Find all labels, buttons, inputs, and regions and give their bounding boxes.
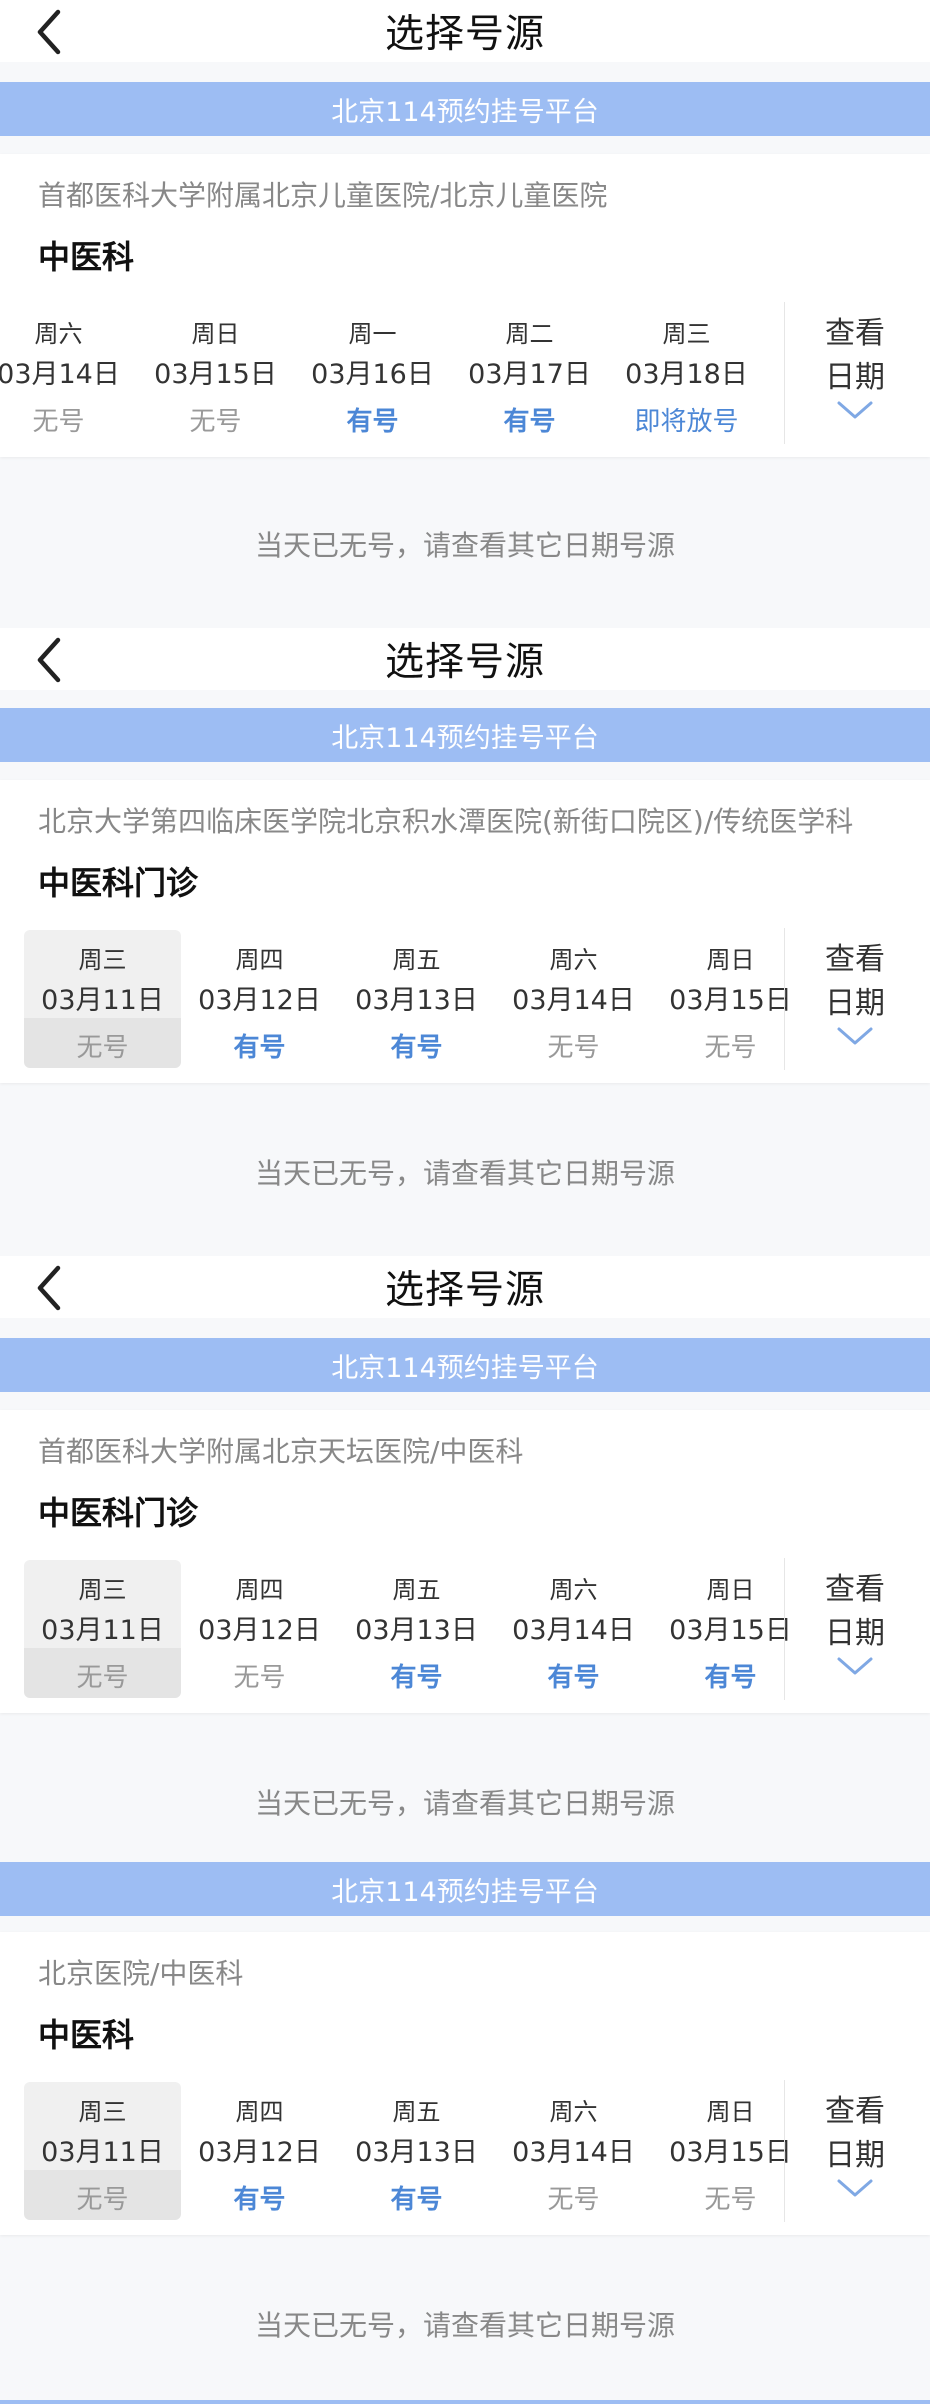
view-dates-button[interactable]: 查看 日期 — [800, 1560, 910, 1700]
weekday-label: 周日 — [191, 320, 240, 348]
date-cell[interactable]: 周五 03月13日 有号 — [338, 1560, 495, 1698]
weekday-label: 周五 — [392, 2098, 441, 2126]
date-label: 03月15日 — [669, 1615, 792, 1646]
department-card: 北京医院/中医科 中医科 周三 03月11日 无号 周四 03月12日 有号 周… — [0, 1932, 930, 2235]
date-cell[interactable]: 周三 03月18日 即将放号 — [608, 304, 764, 442]
date-cell[interactable]: 周日 03月15日 无号 — [137, 304, 294, 442]
slot-status: 无号 — [704, 2185, 757, 2215]
weekday-label: 周三 — [78, 946, 127, 974]
no-slots-notice: 当天已无号，请查看其它日期号源 — [254, 1157, 675, 1190]
nav-header: 选择号源 — [0, 1256, 930, 1318]
hospital-name: 首都医科大学附属北京儿童医院/北京儿童医院 — [38, 179, 608, 212]
weekday-label: 周三 — [662, 320, 711, 348]
weekday-label: 周二 — [505, 320, 554, 348]
bottom-accent-bar — [0, 2400, 930, 2404]
view-dates-label: 日期 — [825, 360, 885, 395]
no-slots-notice: 当天已无号，请查看其它日期号源 — [254, 2309, 675, 2342]
date-cell[interactable]: 周四 03月12日 无号 — [181, 1560, 338, 1698]
date-strip: 周三 03月11日 无号 周四 03月12日 无号 周五 03月13日 有号 周… — [24, 1560, 808, 1698]
hospital-name: 首都医科大学附属北京天坛医院/中医科 — [38, 1435, 524, 1468]
slot-status: 即将放号 — [634, 407, 739, 437]
no-slots-notice: 当天已无号，请查看其它日期号源 — [254, 1787, 675, 1820]
weekday-label: 周三 — [78, 1576, 127, 1604]
date-cell[interactable]: 周四 03月12日 有号 — [181, 930, 338, 1068]
page-title: 选择号源 — [384, 12, 545, 57]
view-dates-label: 日期 — [825, 986, 885, 1021]
date-label: 03月18日 — [625, 359, 748, 390]
divider — [784, 302, 785, 444]
weekday-label: 周六 — [549, 1576, 598, 1604]
weekday-label: 周六 — [549, 946, 598, 974]
view-dates-label: 查看 — [825, 316, 885, 351]
date-cell[interactable]: 周五 03月13日 有号 — [338, 930, 495, 1068]
nav-header: 选择号源 — [0, 628, 930, 690]
department-card: 北京大学第四临床医学院北京积水潭医院(新街口院区)/传统医学科 中医科门诊 周三… — [0, 780, 930, 1083]
platform-banner: 北京114预约挂号平台 — [0, 1862, 930, 1916]
weekday-label: 周五 — [392, 1576, 441, 1604]
weekday-label: 周一 — [348, 320, 397, 348]
view-dates-label: 日期 — [825, 2138, 885, 2173]
view-dates-label: 查看 — [825, 1572, 885, 1607]
weekday-label: 周六 — [549, 2098, 598, 2126]
date-strip: 周三 03月11日 无号 周四 03月12日 有号 周五 03月13日 有号 周… — [24, 2082, 808, 2220]
platform-banner: 北京114预约挂号平台 — [0, 708, 930, 762]
date-cell[interactable]: 周六 03月14日 无号 — [495, 930, 652, 1068]
date-cell[interactable]: 周三 03月11日 无号 — [24, 1560, 181, 1698]
no-slots-notice: 当天已无号，请查看其它日期号源 — [254, 529, 675, 562]
date-cell[interactable]: 周五 03月13日 有号 — [338, 2082, 495, 2220]
divider — [784, 928, 785, 1070]
divider — [784, 1558, 785, 1700]
date-label: 03月15日 — [669, 2137, 792, 2168]
view-dates-button[interactable]: 查看 日期 — [800, 2082, 910, 2222]
hospital-name: 北京医院/中医科 — [38, 1957, 244, 1990]
chevron-down-icon — [837, 1657, 873, 1675]
date-cell[interactable]: 周二 03月17日 有号 — [451, 304, 608, 442]
platform-banner: 北京114预约挂号平台 — [0, 1338, 930, 1392]
view-dates-label: 日期 — [825, 1616, 885, 1651]
department-card: 首都医科大学附属北京天坛医院/中医科 中医科门诊 周三 03月11日 无号 周四… — [0, 1410, 930, 1713]
date-cell[interactable]: 周六 03月14日 无号 — [495, 2082, 652, 2220]
department-name: 中医科门诊 — [38, 864, 199, 902]
page-title: 选择号源 — [384, 1268, 545, 1313]
weekday-label: 周六 — [34, 320, 83, 348]
department-name: 中医科 — [38, 238, 135, 276]
divider — [784, 2080, 785, 2222]
page-title: 选择号源 — [384, 640, 545, 685]
view-dates-button[interactable]: 查看 日期 — [800, 304, 910, 444]
chevron-down-icon — [837, 401, 873, 419]
slot-status: 有号 — [704, 1663, 757, 1693]
date-cell[interactable]: 周一 03月16日 有号 — [294, 304, 451, 442]
view-dates-label: 查看 — [825, 2094, 885, 2129]
hospital-name: 北京大学第四临床医学院北京积水潭医院(新街口院区)/传统医学科 — [38, 805, 854, 838]
date-cell[interactable]: 周三 03月11日 无号 — [24, 2082, 181, 2220]
chevron-down-icon — [837, 2179, 873, 2197]
date-strip: 周六 03月14日 无号 周日 03月15日 无号 周一 03月16日 有号 周… — [0, 304, 764, 442]
nav-header: 选择号源 — [0, 0, 930, 62]
platform-banner: 北京114预约挂号平台 — [0, 82, 930, 136]
weekday-label: 周三 — [78, 2098, 127, 2126]
date-label: 03月15日 — [669, 985, 792, 1016]
date-strip: 周三 03月11日 无号 周四 03月12日 有号 周五 03月13日 有号 周… — [24, 930, 808, 1068]
date-cell[interactable]: 周六 03月14日 有号 — [495, 1560, 652, 1698]
chevron-down-icon — [837, 1027, 873, 1045]
date-cell[interactable]: 周四 03月12日 有号 — [181, 2082, 338, 2220]
view-dates-label: 查看 — [825, 942, 885, 977]
date-cell[interactable]: 周三 03月11日 无号 — [24, 930, 181, 1068]
weekday-label: 周四 — [235, 2098, 284, 2126]
weekday-label: 周四 — [235, 946, 284, 974]
slot-status: 无号 — [704, 1033, 757, 1063]
view-dates-button[interactable]: 查看 日期 — [800, 930, 910, 1070]
department-name: 中医科门诊 — [38, 1494, 199, 1532]
department-card: 首都医科大学附属北京儿童医院/北京儿童医院 中医科 周六 03月14日 无号 周… — [0, 154, 930, 457]
weekday-label: 周四 — [235, 1576, 284, 1604]
department-name: 中医科 — [38, 2016, 135, 2054]
weekday-label: 周五 — [392, 946, 441, 974]
